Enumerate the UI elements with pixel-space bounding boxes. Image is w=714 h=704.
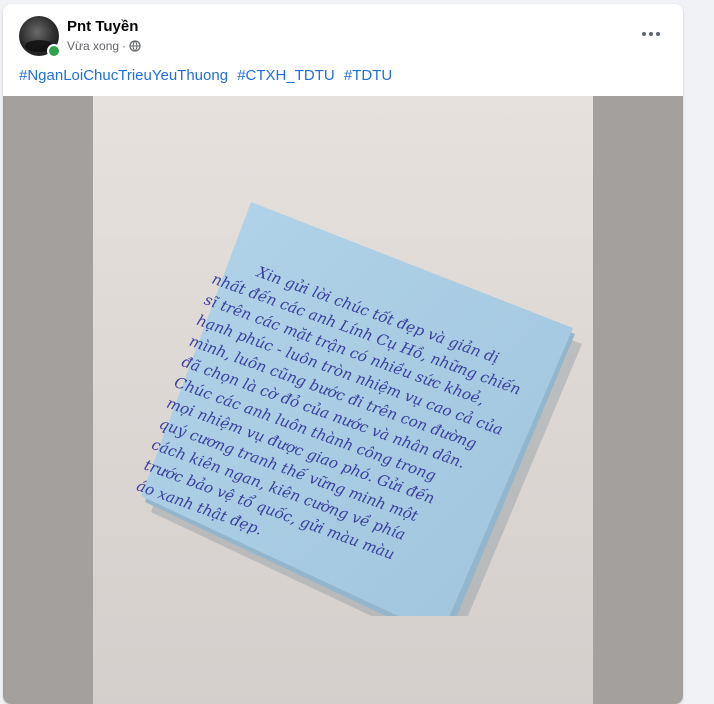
sticky-note: Xin gửi lời chúc tốt đẹp và giản dị nhất …	[123, 196, 583, 616]
more-options-icon[interactable]	[633, 22, 669, 46]
sticky-note-graphic: Xin gửi lời chúc tốt đẹp và giản dịnhất …	[134, 202, 582, 616]
post-timestamp[interactable]: Vừa xong	[67, 39, 119, 53]
hashtags: #NganLoiChucTrieuYeuThuong #CTXH_TDTU #T…	[19, 67, 397, 84]
post-header: Pnt Tuyền Vừa xong ·	[3, 4, 683, 62]
meta-separator: ·	[122, 39, 127, 53]
post-photo[interactable]: Xin gửi lời chúc tốt đẹp và giản dị nhất …	[3, 96, 683, 704]
hashtag-link[interactable]: #CTXH_TDTU	[237, 67, 335, 84]
author-name[interactable]: Pnt Tuyền	[67, 18, 138, 35]
hashtag-link[interactable]: #TDTU	[344, 67, 392, 84]
globe-icon[interactable]	[129, 40, 141, 52]
post-meta: Vừa xong ·	[67, 39, 141, 53]
online-status-indicator	[47, 44, 61, 58]
facebook-post: Pnt Tuyền Vừa xong · #NganLoiChucTrieuYe…	[3, 4, 683, 704]
hashtag-link[interactable]: #NganLoiChucTrieuYeuThuong	[19, 67, 228, 84]
